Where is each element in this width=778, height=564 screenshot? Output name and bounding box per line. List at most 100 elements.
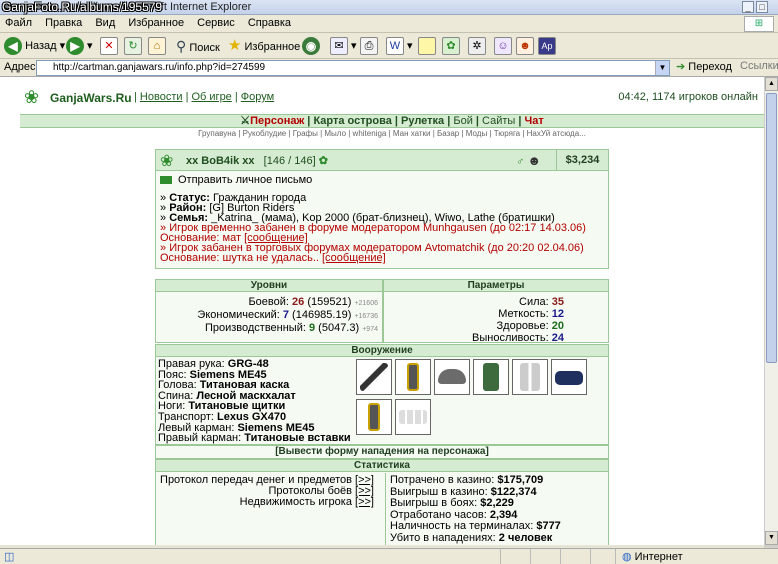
phone-pocket-icon — [368, 403, 380, 431]
stop-icon: ✕ — [100, 37, 118, 56]
nav-map[interactable]: Карта острова — [313, 115, 391, 127]
site-brand[interactable]: GanjaWars.Ru — [50, 91, 132, 105]
grenade-launcher-icon — [360, 363, 388, 391]
media-icon: ◉ — [302, 37, 320, 56]
refresh-button[interactable]: ↻ — [124, 36, 142, 56]
shin-guards-icon — [520, 363, 540, 391]
maximize-button[interactable]: □ — [756, 1, 768, 13]
params-box: Параметры Сила: 35 Меткость: 12 Здоровье… — [383, 279, 609, 344]
sub-nav[interactable]: Групавуна | Рукоблудие | Графы | Мыло | … — [20, 129, 764, 141]
toolbar: ◀ Назад ▾ ▶ ▾ ✕ ↻ ⌂ ⚲ Поиск ★ Избранное … — [0, 33, 778, 59]
phone-pocket-item-image[interactable] — [356, 399, 392, 435]
property-link[interactable]: [>>] — [355, 496, 374, 508]
send-message-link[interactable]: Отправить личное письмо — [160, 174, 312, 186]
scroll-down-icon[interactable]: ▼ — [765, 531, 778, 545]
phone-icon — [407, 363, 419, 391]
address-label: Адрес: — [4, 61, 39, 73]
address-dropdown-icon[interactable]: ▼ — [655, 61, 669, 75]
scroll-thumb[interactable] — [766, 93, 777, 363]
level-economic: Экономический: 7 (146985.19) +16736 — [197, 309, 378, 321]
armament-list: Правая рука: GRG-48 Пояс: Siemens ME45 Г… — [158, 359, 351, 444]
male-icon: ♂ — [516, 156, 525, 168]
shin-guards-item-image[interactable] — [512, 359, 548, 395]
header-links: | Новости | Об игре | Форум — [134, 91, 275, 103]
forum-link[interactable]: Форум — [241, 91, 274, 103]
address-bar: Адрес: http://cartman.ganjawars.ru/info.… — [0, 59, 778, 77]
go-button[interactable]: ➔ Переход — [676, 60, 732, 73]
stop-button[interactable]: ✕ — [100, 36, 118, 56]
nav-character[interactable]: Персонаж — [250, 115, 304, 127]
media-button[interactable]: ◉ — [302, 36, 320, 56]
back-button[interactable]: ◀ Назад ▾ — [4, 36, 65, 56]
site-header: ❀ GanjaWars.Ru | Новости | Об игре | Фор… — [20, 83, 764, 113]
messenger-button[interactable]: ☺ — [494, 36, 512, 56]
player-header: ❀ xx BoB4ik xx [146 / 146] ✿ ♂ ☻ $3,234 — [156, 150, 608, 171]
camo-item-image[interactable] — [473, 359, 509, 395]
forward-button[interactable]: ▶ ▾ — [66, 36, 93, 56]
addon-button-4[interactable]: Ap — [538, 36, 556, 56]
about-link[interactable]: Об игре — [192, 91, 232, 103]
minimize-button[interactable]: _ — [742, 1, 754, 13]
print-button[interactable]: ⎙ — [360, 36, 378, 56]
nav-sites[interactable]: Сайты — [482, 115, 515, 127]
vertical-scrollbar[interactable]: ▲ ▼ — [764, 77, 778, 545]
inserts-item-image[interactable] — [395, 399, 431, 435]
ie-page-icon: ◫ — [4, 551, 15, 563]
player-name: xx BoB4ik xx — [186, 155, 255, 167]
ban-trade-reason: Основание: шутка не удалась.. [сообщение… — [160, 252, 386, 264]
menu-help[interactable]: Справка — [243, 15, 296, 31]
param-strength: Сила: 35 — [519, 296, 564, 308]
address-input[interactable]: http://cartman.ganjawars.ru/info.php?id=… — [36, 60, 670, 76]
menu-file[interactable]: Файл — [0, 15, 37, 31]
scroll-up-icon[interactable]: ▲ — [765, 77, 778, 91]
menu-edit[interactable]: Правка — [40, 15, 87, 31]
links-button[interactable]: Ссылки — [740, 60, 778, 72]
player-details: » Статус: Гражданин города » Район: [G] … — [160, 193, 586, 264]
menu-favorites[interactable]: Избранное — [123, 15, 189, 31]
ban-message-link-2[interactable]: [сообщение] — [322, 252, 386, 264]
player-leaf-icon: ❀ — [160, 153, 174, 170]
discuss-button[interactable] — [418, 36, 436, 56]
phone-item-image[interactable] — [395, 359, 431, 395]
skull-icon: ☻ — [527, 153, 541, 168]
envelope-icon — [160, 176, 172, 185]
addon-smile-icon: ☻ — [516, 37, 534, 56]
nav-roulette[interactable]: Рулетка — [401, 115, 444, 127]
edit-button[interactable]: W ▾ — [386, 36, 413, 56]
menu-view[interactable]: Вид — [90, 15, 120, 31]
favorites-button[interactable]: ★ Избранное — [228, 36, 300, 56]
nav-battle[interactable]: Бой — [453, 115, 472, 127]
home-icon: ⌂ — [148, 37, 166, 56]
addon-button-1[interactable]: ✿ — [442, 36, 460, 56]
go-arrow-icon: ➔ — [676, 61, 686, 73]
weapon-item-image[interactable] — [356, 359, 392, 395]
nav-chat[interactable]: Чат — [525, 115, 544, 127]
ganja-leaf-logo-icon: ❀ — [24, 87, 40, 107]
globe-icon: ◍ — [622, 551, 632, 563]
addon-button-2[interactable]: ✲ — [468, 36, 486, 56]
levels-header: Уровни — [156, 280, 382, 292]
player-name-line: xx BoB4ik xx [146 / 146] ✿ — [186, 154, 328, 167]
player-money: $3,234 — [556, 150, 608, 170]
level-combat: Боевой: 26 (159521) +21606 — [248, 296, 378, 308]
search-icon: ⚲ — [176, 38, 187, 54]
player-health: [146 / 146] — [263, 155, 316, 167]
titanium-inserts-icon — [399, 410, 427, 424]
menu-tools[interactable]: Сервис — [192, 15, 240, 31]
attack-form-link[interactable]: [Вывести форму нападения на персонажа] — [155, 445, 609, 459]
mail-button[interactable]: ✉ ▾ — [330, 36, 357, 56]
addon-button-3[interactable]: ☻ — [516, 36, 534, 56]
car-icon — [555, 371, 583, 385]
car-item-image[interactable] — [551, 359, 587, 395]
news-link[interactable]: Новости — [140, 91, 183, 103]
mail-icon: ✉ — [330, 37, 348, 56]
search-button[interactable]: ⚲ Поиск — [176, 36, 220, 56]
params-header: Параметры — [384, 280, 608, 292]
refresh-icon: ↻ — [124, 37, 142, 56]
syndicate-icon[interactable]: ✿ — [319, 155, 328, 167]
page-content: ❀ GanjaWars.Ru | Новости | Об игре | Фор… — [0, 77, 764, 545]
stats-divider — [385, 473, 386, 545]
addon-leaf-icon: ✿ — [442, 37, 460, 56]
home-button[interactable]: ⌂ — [148, 36, 166, 56]
helmet-item-image[interactable] — [434, 359, 470, 395]
